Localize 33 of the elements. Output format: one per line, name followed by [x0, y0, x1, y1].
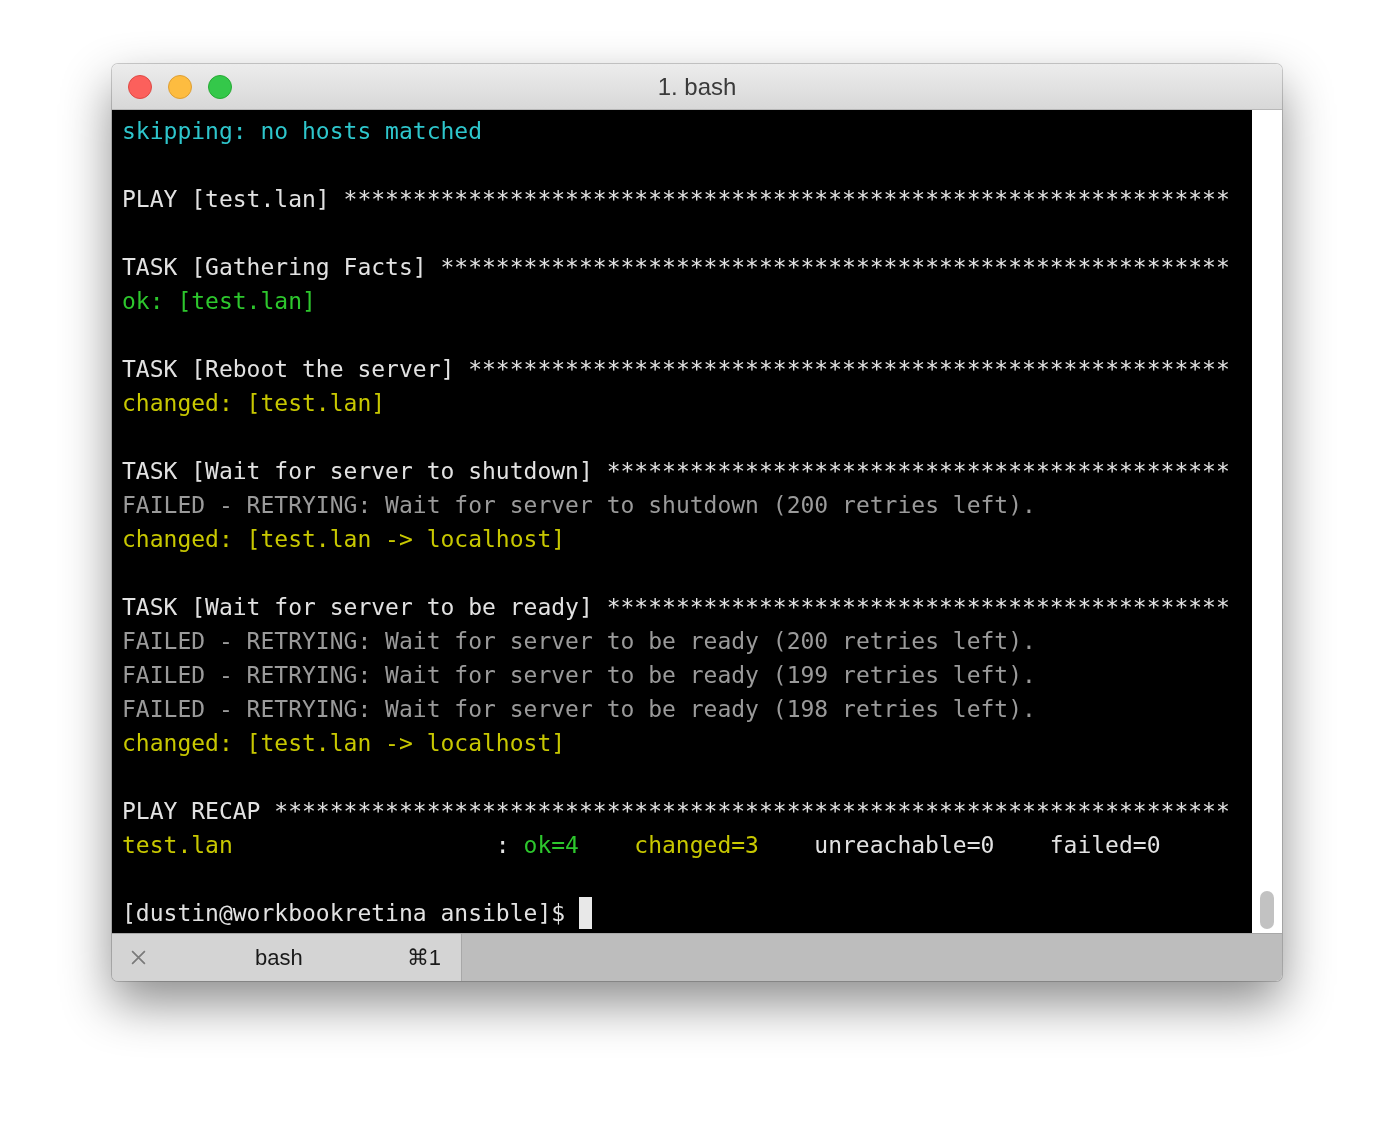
minimize-button[interactable]	[168, 74, 192, 99]
scrollbar[interactable]	[1252, 110, 1282, 933]
output-line: FAILED - RETRYING: Wait for server to be ready (198 retries left).	[122, 695, 1036, 724]
close-button[interactable]	[128, 74, 152, 99]
recap-host: test.lan	[122, 831, 234, 860]
output-line: TASK [Gathering Facts] *********************************************************	[122, 253, 1230, 282]
text-cursor	[579, 897, 593, 929]
output-line: PLAY [test.lan] ****************************************************************	[122, 185, 1230, 214]
output-line: ok: [test.lan]	[122, 287, 316, 316]
tab-shortcut: ⌘1	[406, 944, 441, 971]
recap-stat: ok=4	[523, 831, 579, 860]
recap-stat: unreachable=0	[814, 831, 995, 860]
output-line: TASK [Wait for server to be ready] *********************************************	[122, 593, 1230, 622]
recap-stat: changed=3	[634, 831, 759, 860]
output-line: changed: [test.lan]	[122, 389, 386, 418]
output-line: PLAY RECAP *********************************************************************	[122, 797, 1230, 826]
tab-label: bash	[255, 944, 304, 971]
tab[interactable]: bash ⌘1	[112, 934, 462, 981]
output-line: FAILED - RETRYING: Wait for server to be ready (200 retries left).	[122, 627, 1036, 656]
shell-prompt: [dustin@workbookretina ansible]$	[122, 899, 566, 928]
recap-separator: :	[495, 831, 511, 860]
output-line: changed: [test.lan -> localhost]	[122, 525, 566, 554]
output-line: changed: [test.lan -> localhost]	[122, 729, 566, 758]
window-title: 1. bash	[657, 72, 737, 101]
output-line: TASK [Reboot the server] *******************************************************	[122, 355, 1230, 384]
zoom-button[interactable]	[208, 74, 232, 99]
scrollbar-thumb[interactable]	[1260, 891, 1274, 929]
output-line: FAILED - RETRYING: Wait for server to be ready (199 retries left).	[122, 661, 1036, 690]
output-line: FAILED - RETRYING: Wait for server to shutdown (200 retries left).	[122, 491, 1036, 520]
close-icon[interactable]	[130, 949, 147, 966]
recap-stat: failed=0	[1049, 831, 1161, 860]
output-line: skipping: no hosts matched	[122, 117, 483, 146]
output-line: TASK [Wait for server to shutdown] *********************************************	[122, 457, 1230, 486]
